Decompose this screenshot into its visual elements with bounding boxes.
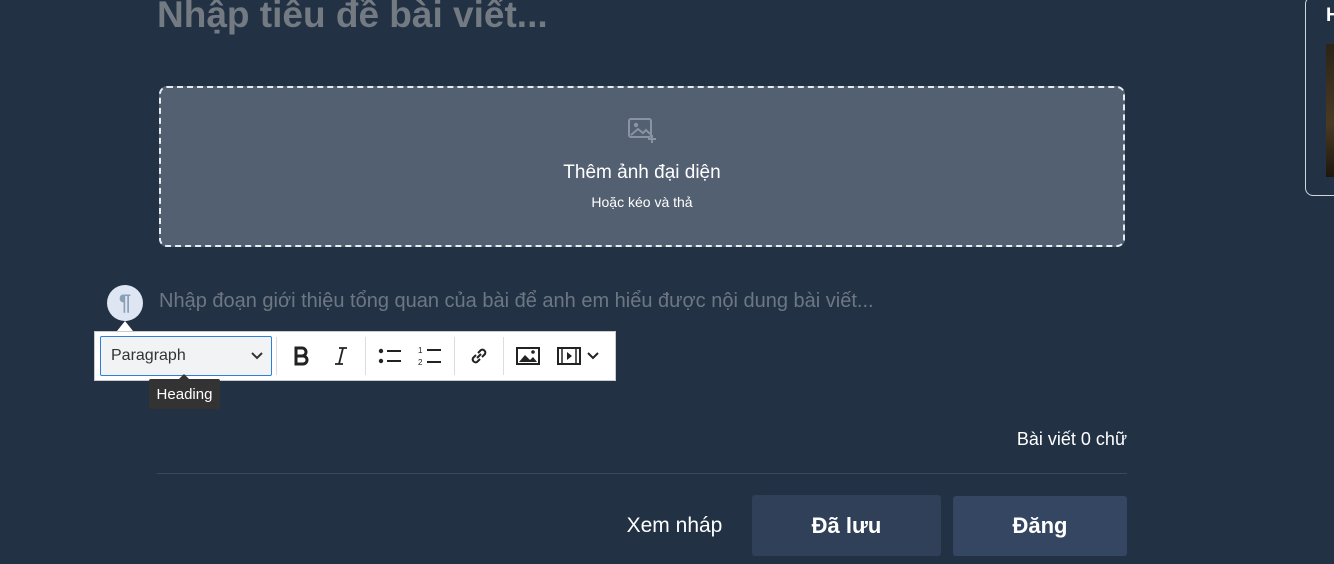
chevron-down-icon <box>251 352 263 360</box>
word-count: Bài viết 0 chữ <box>1016 429 1127 449</box>
block-type-value: Paragraph <box>111 347 186 364</box>
toolbar-separator <box>365 337 366 375</box>
italic-icon <box>335 347 347 365</box>
link-button[interactable] <box>459 336 499 376</box>
italic-button[interactable] <box>321 336 361 376</box>
bulleted-list-button[interactable] <box>370 336 410 376</box>
add-image-icon <box>628 118 656 143</box>
publish-button[interactable]: Đăng <box>953 496 1127 556</box>
toolbar-separator <box>454 337 455 375</box>
media-embed-icon <box>557 347 581 365</box>
toolbar-pointer <box>117 321 133 331</box>
bold-button[interactable] <box>281 336 321 376</box>
chevron-down-icon <box>587 352 599 360</box>
editor-toolbar: Paragraph 1 2 <box>94 331 616 381</box>
numbered-list-button[interactable]: 1 2 <box>410 336 450 376</box>
cover-upload-hint: Hoặc kéo và thả <box>591 194 693 210</box>
svg-text:1: 1 <box>418 346 423 355</box>
side-panel-thumbnail[interactable] <box>1326 44 1334 177</box>
side-panel-heading: H <box>1326 5 1334 26</box>
cover-upload-label: Thêm ảnh đại diện <box>563 162 721 183</box>
footer-divider <box>157 473 1127 474</box>
title-input[interactable]: Nhập tiêu đề bài viết... <box>157 0 1117 44</box>
bulleted-list-icon <box>378 348 401 364</box>
numbered-list-icon: 1 2 <box>418 346 441 367</box>
intro-input[interactable]: Nhập đoạn giới thiệu tổng quan của bài đ… <box>159 290 874 313</box>
svg-text:2: 2 <box>418 358 423 367</box>
toolbar-tooltip: Heading <box>149 374 220 409</box>
toolbar-separator <box>503 337 504 375</box>
image-icon <box>516 347 540 365</box>
cover-image-dropzone[interactable]: Thêm ảnh đại diện Hoặc kéo và thả <box>159 86 1125 247</box>
bold-icon <box>294 346 309 366</box>
toolbar-separator <box>276 337 277 375</box>
preview-draft-button[interactable]: Xem nháp <box>612 496 737 556</box>
block-type-select[interactable]: Paragraph <box>100 336 272 376</box>
insert-media-button[interactable] <box>548 336 608 376</box>
insert-image-button[interactable] <box>508 336 548 376</box>
side-panel-card: H <box>1305 0 1334 196</box>
link-icon <box>471 348 487 364</box>
saved-button[interactable]: Đã lưu <box>752 495 941 556</box>
paragraph-handle-icon[interactable]: ¶ <box>107 285 143 321</box>
